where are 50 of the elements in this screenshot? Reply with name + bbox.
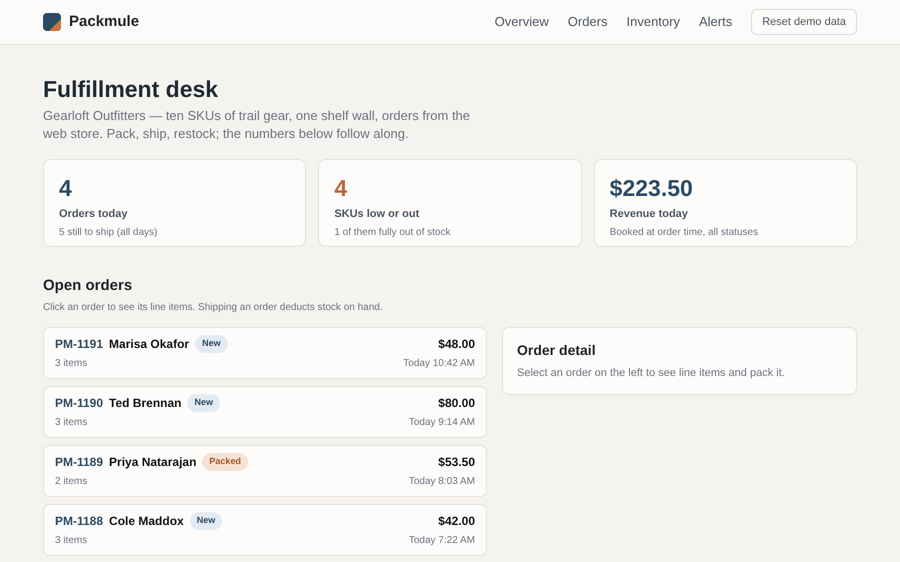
status-badge: New	[187, 394, 220, 412]
panel-hint: Select an order on the left to see line items and pack it.	[517, 366, 786, 381]
logo-icon	[43, 13, 61, 31]
order-time: Today 8:03 AM	[408, 475, 475, 489]
page-title: Fulfillment desk	[43, 75, 220, 103]
status-badge: New	[195, 335, 228, 353]
order-card[interactable]: PM-1191 Marisa Okafor New 3 items $48.00 Today 10:42 AM	[43, 327, 487, 379]
customer-name: Priya Natarajan	[109, 454, 196, 471]
status-badge: Packed	[202, 453, 248, 471]
panel-title: Order detail	[517, 341, 597, 360]
customer-name: Marisa Okafor	[109, 336, 190, 353]
order-total: $53.50	[437, 454, 475, 471]
order-card[interactable]: PM-1188 Cole Maddox New 3 items $42.00 Today 7:22 AM	[43, 504, 487, 556]
stat-label: Orders today	[59, 207, 128, 222]
order-total: $48.00	[437, 336, 475, 353]
item-count: 3 items	[55, 534, 88, 548]
order-number: PM-1189	[55, 454, 104, 471]
stat-label: Revenue today	[610, 207, 689, 222]
section-title: Open orders	[43, 276, 134, 296]
order-number: PM-1191	[55, 336, 104, 353]
stat-label: SKUs low or out	[334, 207, 420, 222]
order-number: PM-1190	[55, 395, 104, 412]
nav-link[interactable]: Alerts	[698, 12, 732, 32]
stat-note: Booked at order time, all statuses	[610, 226, 760, 240]
order-total: $42.00	[437, 513, 475, 530]
order-card[interactable]: PM-1190 Ted Brennan New 3 items $80.00 Today 9:14 AM	[43, 386, 487, 438]
stat-note: 1 of them fully out of stock	[334, 226, 452, 240]
order-time: Today 10:42 AM	[403, 357, 475, 371]
item-count: 3 items	[55, 416, 88, 430]
page-description: Gearloft Outfitters — ten SKUs of trail gear, one shelf wall, orders from the web store. Pack, ship, restock; the numbers below follow along.	[43, 107, 472, 143]
stat-value: 4	[334, 174, 348, 202]
status-badge: New	[190, 512, 222, 530]
customer-name: Ted Brennan	[109, 395, 182, 412]
order-time: Today 7:22 AM	[408, 534, 475, 548]
stat-note: 5 still to ship (all days)	[59, 226, 158, 240]
reset-demo-button[interactable]: Reset demo data	[751, 9, 857, 35]
nav-link[interactable]: Overview	[494, 12, 549, 32]
stat-value: $223.50	[610, 174, 694, 202]
stat-value: 4	[59, 174, 73, 202]
item-count: 2 items	[55, 475, 88, 489]
item-count: 3 items	[55, 357, 88, 371]
order-card[interactable]: PM-1189 Priya Natarajan Packed 2 items $53.50 Today 8:03 AM	[43, 445, 487, 497]
order-number: PM-1188	[55, 513, 104, 530]
customer-name: Cole Maddox	[109, 513, 184, 530]
order-total: $80.00	[437, 395, 475, 412]
section-hint: Click an order to see its line items. Shipping an order deducts stock on hand.	[43, 301, 384, 315]
nav-link[interactable]: Inventory	[626, 12, 680, 32]
brand-name: Packmule	[69, 12, 140, 32]
order-time: Today 9:14 AM	[408, 416, 475, 430]
nav-link[interactable]: Orders	[568, 12, 608, 32]
